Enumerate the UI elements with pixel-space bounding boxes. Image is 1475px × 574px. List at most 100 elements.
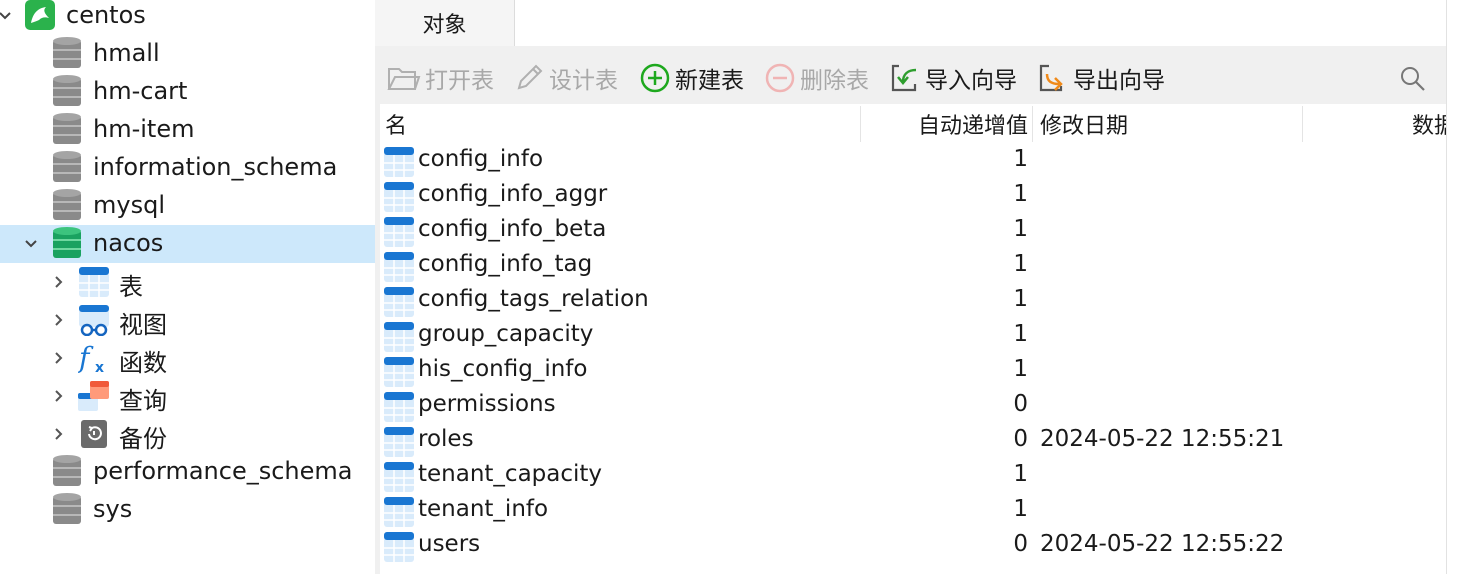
delete-table-button[interactable]: 删除表: [764, 60, 869, 96]
tree-node-backups[interactable]: 备份: [0, 415, 375, 453]
tree-node-label: 查询: [119, 387, 167, 415]
import-wizard-label: 导入向导: [925, 68, 1017, 94]
tree-db-label: performance_schema: [93, 457, 353, 485]
delete-table-label: 删除表: [800, 68, 869, 94]
cell-table-name: permissions: [418, 391, 556, 417]
tree-node-tables[interactable]: 表: [0, 263, 375, 301]
minus-circle-icon: [765, 63, 795, 93]
design-table-label: 设计表: [549, 68, 618, 94]
objects-panel: 对象 打开表 设计表 新建表 删除表 导入向导 导出向导 名 自动递增值 修改日…: [375, 0, 1475, 574]
cell-modified-date: 2024-05-22 12:55:22: [1040, 531, 1285, 557]
database-icon: [52, 37, 82, 71]
function-icon: fx: [77, 341, 110, 380]
tree-db-label: hmall: [93, 39, 160, 67]
table-header: 名 自动递增值 修改日期 数据: [380, 104, 1475, 144]
column-header-auto-increment[interactable]: 自动递增值: [860, 104, 1028, 144]
import-wizard-button[interactable]: 导入向导: [889, 60, 1017, 96]
tree-node-views[interactable]: 视图: [0, 301, 375, 339]
chevron-right-icon[interactable]: [50, 311, 68, 329]
column-header-name[interactable]: 名: [385, 104, 407, 144]
cell-table-name: tenant_capacity: [418, 461, 603, 487]
pencil-icon: [517, 64, 543, 90]
table-row[interactable]: config_info 1: [380, 144, 1475, 179]
column-divider[interactable]: [1032, 106, 1033, 142]
column-header-modified[interactable]: 修改日期: [1040, 104, 1128, 144]
tree-db-information-schema[interactable]: information_schema: [0, 149, 375, 187]
cell-table-name: config_info_beta: [418, 216, 607, 242]
table-row[interactable]: roles 0 2024-05-22 12:55:21: [380, 424, 1475, 459]
cell-auto-increment: 1: [1013, 461, 1028, 487]
table-icon: [383, 531, 415, 569]
export-wizard-button[interactable]: 导出向导: [1037, 60, 1165, 96]
tree-node-queries[interactable]: 查询: [0, 377, 375, 415]
chevron-right-icon[interactable]: [50, 273, 68, 291]
cell-auto-increment: 0: [1013, 391, 1028, 417]
tree-connection-centos[interactable]: centos: [0, 0, 375, 35]
tree-db-nacos[interactable]: nacos: [0, 225, 375, 263]
table-row[interactable]: tenant_capacity 1: [380, 459, 1475, 494]
cell-modified-date: 2024-05-22 12:55:21: [1040, 426, 1285, 452]
tree-node-label: 视图: [119, 311, 167, 339]
cell-table-name: config_info: [418, 146, 544, 172]
open-table-button[interactable]: 打开表: [387, 60, 494, 96]
tree-node-functions[interactable]: fx 函数: [0, 339, 375, 377]
tree-db-hm-item[interactable]: hm-item: [0, 111, 375, 149]
cell-auto-increment: 1: [1013, 146, 1028, 172]
database-icon: [52, 227, 82, 261]
cell-table-name: his_config_info: [418, 356, 588, 382]
plus-circle-icon: [640, 63, 670, 93]
tree-db-label: nacos: [93, 229, 164, 257]
backup-icon: [80, 419, 108, 455]
tree-connection-label: centos: [66, 1, 146, 29]
cell-auto-increment: 1: [1013, 356, 1028, 382]
tree-db-hm-cart[interactable]: hm-cart: [0, 73, 375, 111]
tree-db-hmall[interactable]: hmall: [0, 35, 375, 73]
tree-node-label: 函数: [119, 349, 167, 377]
table-row[interactable]: config_tags_relation 1: [380, 284, 1475, 319]
database-icon: [52, 113, 82, 147]
objects-table: 名 自动递增值 修改日期 数据 config_info 1 config_info_…: [380, 104, 1475, 574]
database-icon: [52, 189, 82, 223]
navigation-tree: centos hmall hm-cart hm-item information…: [0, 0, 375, 574]
mysql-dolphin-icon: [24, 0, 56, 37]
chevron-down-icon[interactable]: [0, 7, 14, 25]
tab-objects[interactable]: 对象: [375, 0, 515, 46]
cell-auto-increment: 1: [1013, 181, 1028, 207]
search-icon[interactable]: [1400, 66, 1426, 96]
tree-db-sys[interactable]: sys: [0, 491, 375, 529]
chevron-right-icon[interactable]: [50, 349, 68, 367]
tree-db-mysql[interactable]: mysql: [0, 187, 375, 225]
import-icon: [891, 64, 917, 92]
cell-auto-increment: 1: [1013, 321, 1028, 347]
view-icon: [78, 304, 110, 342]
new-table-button[interactable]: 新建表: [639, 60, 744, 96]
table-row[interactable]: users 0 2024-05-22 12:55:22: [380, 529, 1475, 564]
cell-table-name: config_info_aggr: [418, 181, 608, 207]
chevron-down-icon[interactable]: [22, 235, 40, 253]
tab-area-empty: [515, 0, 1447, 46]
table-icon: [78, 266, 110, 304]
new-table-label: 新建表: [675, 68, 744, 94]
table-row[interactable]: permissions 0: [380, 389, 1475, 424]
table-row[interactable]: tenant_info 1: [380, 494, 1475, 529]
column-divider[interactable]: [1302, 106, 1303, 142]
chevron-right-icon[interactable]: [50, 387, 68, 405]
cell-auto-increment: 0: [1013, 531, 1028, 557]
table-row[interactable]: his_config_info 1: [380, 354, 1475, 389]
tree-db-performance-schema[interactable]: performance_schema: [0, 453, 375, 491]
design-table-button[interactable]: 设计表: [513, 60, 618, 96]
tab-bar: 对象: [375, 0, 1447, 46]
cell-table-name: config_tags_relation: [418, 286, 649, 312]
tree-db-label: information_schema: [93, 153, 338, 181]
table-row[interactable]: config_info_beta 1: [380, 214, 1475, 249]
chevron-right-icon[interactable]: [50, 425, 68, 443]
database-icon: [52, 493, 82, 527]
folder-open-icon: [387, 68, 421, 90]
table-row[interactable]: config_info_tag 1: [380, 249, 1475, 284]
cell-table-name: roles: [418, 426, 474, 452]
table-row[interactable]: group_capacity 1: [380, 319, 1475, 354]
cell-auto-increment: 1: [1013, 216, 1028, 242]
table-row[interactable]: config_info_aggr 1: [380, 179, 1475, 214]
tree-db-label: hm-cart: [93, 77, 188, 105]
query-icon: [78, 380, 110, 418]
